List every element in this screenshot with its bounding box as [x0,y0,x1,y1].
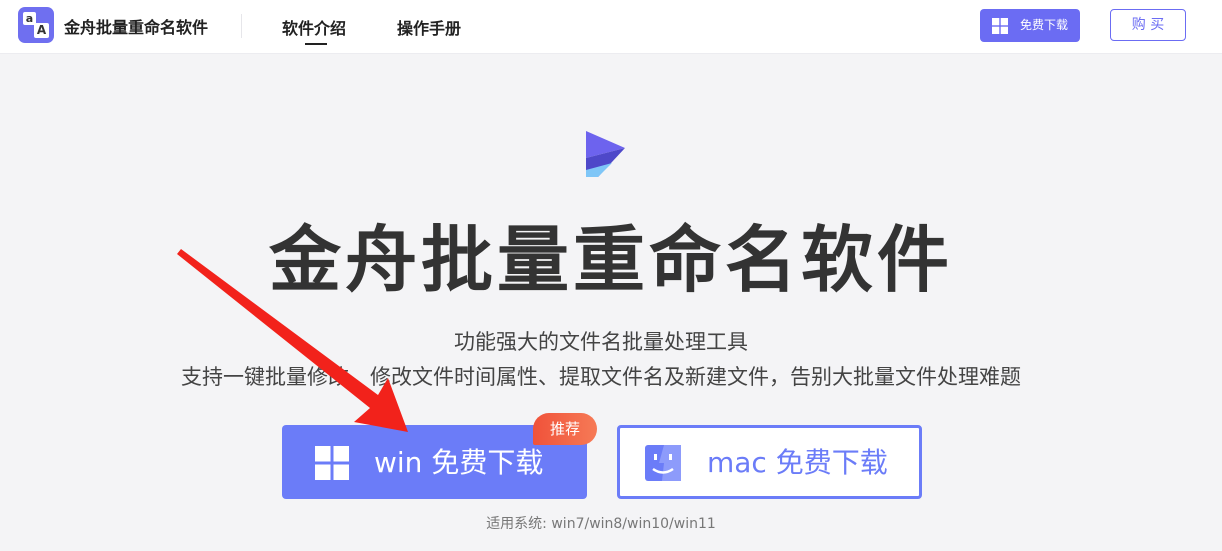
mac-download-label: mac 免费下载 [707,446,888,479]
recommended-badge: 推荐 [533,413,597,445]
hero-title: 金舟批量重命名软件 [268,218,953,302]
header-download-label: 免费下载 [1020,18,1069,32]
header-divider [241,14,242,38]
logo-tile-b: A [34,23,49,38]
top-header: a A 金舟批量重命名软件 软件介绍 操作手册 免费下载 购 买 [0,0,1222,54]
app-name[interactable]: 金舟批量重命名软件 [64,14,208,38]
windows-icon [315,446,349,480]
product-logo-icon [586,131,625,177]
app-logo[interactable]: a A [18,7,54,43]
nav-active-underline [305,43,327,45]
mac-download-button[interactable]: mac 免费下载 [617,425,922,499]
hero-subtitle-1: 功能强大的文件名批量处理工具 [454,330,748,354]
nav-user-manual[interactable]: 操作手册 [397,15,461,39]
win-download-label: win 免费下载 [374,446,544,479]
nav-software-intro[interactable]: 软件介绍 [282,15,346,39]
windows-icon [992,18,1008,34]
finder-icon [645,445,681,481]
compatibility-note: 适用系统: win7/win8/win10/win11 [486,516,716,532]
buy-button[interactable]: 购 买 [1110,9,1186,41]
hero-subtitle-2: 支持一键批量修改、修改文件时间属性、提取文件名及新建文件，告别大批量文件处理难题 [181,365,1021,389]
header-download-button[interactable]: 免费下载 [980,9,1080,42]
